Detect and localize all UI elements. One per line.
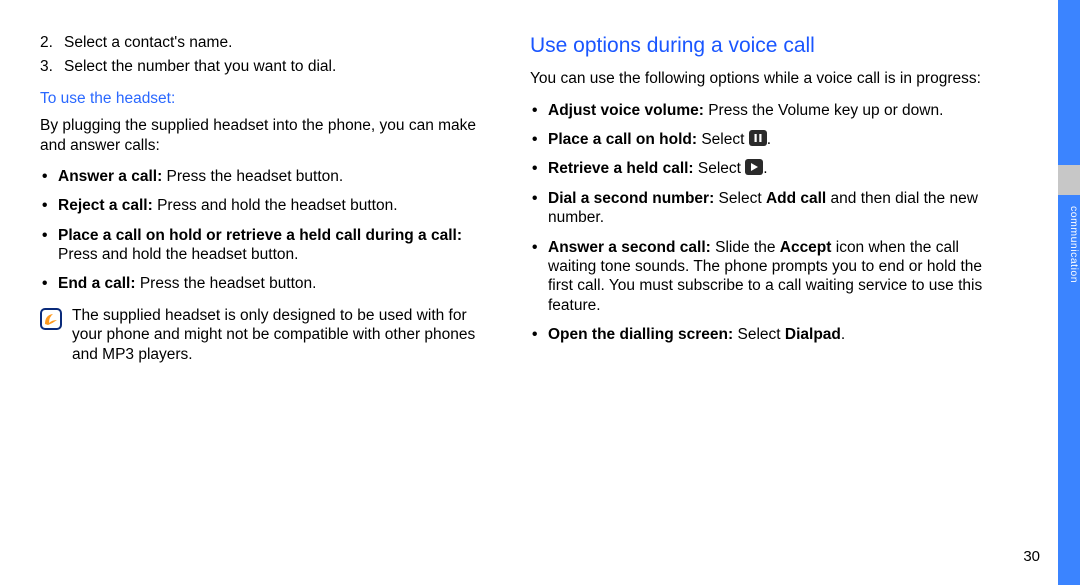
resume-icon: [745, 159, 763, 175]
bullet-post: .: [841, 326, 845, 343]
bullet-bold: End a call:: [58, 275, 136, 292]
sidebar-tab-top: [1058, 0, 1080, 165]
bullet-bold: Place a call on hold or retrieve a held …: [58, 227, 462, 244]
bullet-bold: Retrieve a held call:: [548, 160, 694, 177]
bullet-mid-bold: Accept: [780, 239, 832, 256]
bullet-mid-bold: Dialpad: [785, 326, 841, 343]
section-heading: Use options during a voice call: [530, 33, 985, 59]
headset-bullets: Answer a call: Press the headset button.…: [40, 167, 495, 294]
list-item: Retrieve a held call: Select .: [530, 159, 985, 178]
note-text: The supplied headset is only designed to…: [72, 306, 495, 364]
page-content: 2. Select a contact's name. 3. Select th…: [0, 0, 1080, 364]
step-2: 2. Select a contact's name.: [40, 33, 495, 52]
list-item: Open the dialling screen: Select Dialpad…: [530, 325, 985, 344]
note-box: The supplied headset is only designed to…: [40, 306, 495, 364]
list-item: Answer a call: Press the headset button.: [40, 167, 495, 186]
bullet-rest: Press and hold the headset button.: [58, 246, 298, 263]
options-intro: You can use the following options while …: [530, 69, 985, 88]
bullet-rest: Press the headset button.: [162, 168, 343, 185]
step-text: Select a contact's name.: [64, 33, 232, 52]
page-number: 30: [1023, 548, 1040, 567]
left-column: 2. Select a contact's name. 3. Select th…: [40, 33, 520, 364]
note-icon: [40, 308, 62, 330]
list-item: End a call: Press the headset button.: [40, 274, 495, 293]
bullet-post: .: [763, 160, 767, 177]
step-number: 2.: [40, 33, 64, 52]
bullet-pre: Slide the: [711, 239, 780, 256]
list-item: Place a call on hold or retrieve a held …: [40, 226, 495, 265]
sidebar-label: communication: [1058, 200, 1080, 283]
bullet-pre: Select: [697, 131, 749, 148]
list-item: Reject a call: Press and hold the headse…: [40, 196, 495, 215]
bullet-rest: Press and hold the headset button.: [153, 197, 398, 214]
bullet-bold: Dial a second number:: [548, 190, 714, 207]
right-column: Use options during a voice call You can …: [530, 33, 1010, 364]
step-3: 3. Select the number that you want to di…: [40, 57, 495, 76]
bullet-bold: Place a call on hold:: [548, 131, 697, 148]
headset-intro: By plugging the supplied headset into th…: [40, 116, 495, 155]
bullet-bold: Reject a call:: [58, 197, 153, 214]
bullet-bold: Answer a call:: [58, 168, 162, 185]
bullet-pre: Select: [694, 160, 746, 177]
bullet-post: .: [767, 131, 771, 148]
sub-heading: To use the headset:: [40, 89, 495, 108]
bullet-bold: Answer a second call:: [548, 239, 711, 256]
bullet-pre: Select: [733, 326, 785, 343]
step-text: Select the number that you want to dial.: [64, 57, 336, 76]
list-item: Place a call on hold: Select .: [530, 130, 985, 149]
list-item: Answer a second call: Slide the Accept i…: [530, 238, 985, 316]
bullet-bold: Open the dialling screen:: [548, 326, 733, 343]
sidebar-tab-notch: [1058, 165, 1080, 195]
list-item: Adjust voice volume: Press the Volume ke…: [530, 101, 985, 120]
step-number: 3.: [40, 57, 64, 76]
hold-icon: [749, 130, 767, 146]
options-bullets: Adjust voice volume: Press the Volume ke…: [530, 101, 985, 345]
list-item: Dial a second number: Select Add call an…: [530, 189, 985, 228]
bullet-rest: Press the Volume key up or down.: [704, 102, 944, 119]
bullet-bold: Adjust voice volume:: [548, 102, 704, 119]
bullet-mid-bold: Add call: [766, 190, 826, 207]
bullet-rest: Press the headset button.: [136, 275, 317, 292]
bullet-pre: Select: [714, 190, 766, 207]
